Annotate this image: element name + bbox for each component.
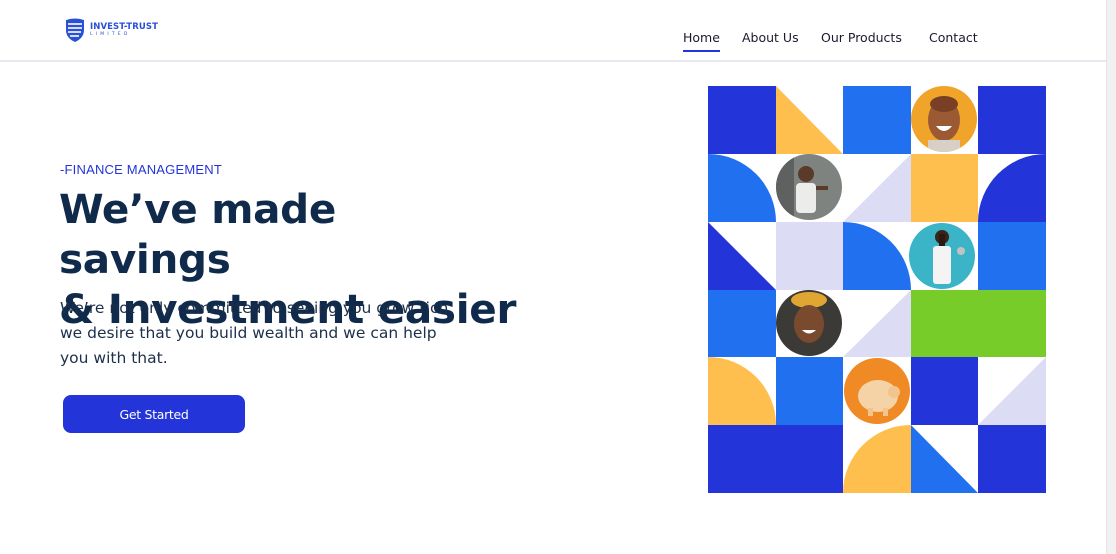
- brand-logo[interactable]: INVEST-TRUST LIMITED: [64, 17, 158, 43]
- shield-stripes-icon: [66, 18, 84, 42]
- tile: [708, 290, 776, 357]
- nav-home[interactable]: Home: [683, 30, 720, 52]
- person-photo-laughing: [911, 86, 977, 152]
- person-photo-apron: [909, 223, 975, 289]
- nav-our-products[interactable]: Our Products: [821, 30, 902, 45]
- hero-title-line-1: We’ve made savings: [59, 185, 337, 283]
- hero-mosaic: [708, 86, 1046, 493]
- tile: [978, 86, 1046, 154]
- tile: [978, 222, 1046, 290]
- tile: [911, 357, 978, 425]
- hero-description-line-2: we desire that you build wealth and we c…: [60, 324, 437, 342]
- tile: [978, 425, 1046, 493]
- tile: [776, 357, 843, 425]
- brand-name: INVEST-TRUST: [90, 21, 158, 32]
- hero-description-line-1: We’re not only committed to seeing you g…: [60, 299, 454, 317]
- nav-about-us[interactable]: About Us: [742, 30, 799, 45]
- piggy-bank-photo: [844, 358, 910, 424]
- nav-contact[interactable]: Contact: [929, 30, 978, 45]
- get-started-button[interactable]: Get Started: [63, 395, 245, 433]
- tile: [911, 154, 978, 222]
- hero-description: We’re not only committed to seeing you g…: [60, 296, 460, 371]
- hero-eyebrow: -FINANCE MANAGEMENT: [60, 162, 222, 177]
- page-scrollbar[interactable]: [1106, 0, 1116, 554]
- brand-subtitle: LIMITED: [90, 32, 131, 37]
- hero-description-line-3: you with that.: [60, 349, 168, 367]
- person-photo-phone: [776, 154, 842, 220]
- tile: [708, 425, 843, 493]
- tile: [776, 222, 843, 290]
- site-header: INVEST-TRUST LIMITED Home About Us Our P…: [0, 0, 1106, 62]
- tile: [843, 86, 911, 154]
- tile: [911, 290, 1046, 357]
- person-photo-smiling: [776, 290, 842, 356]
- mosaic-artwork: [708, 86, 1046, 493]
- tile: [708, 86, 776, 154]
